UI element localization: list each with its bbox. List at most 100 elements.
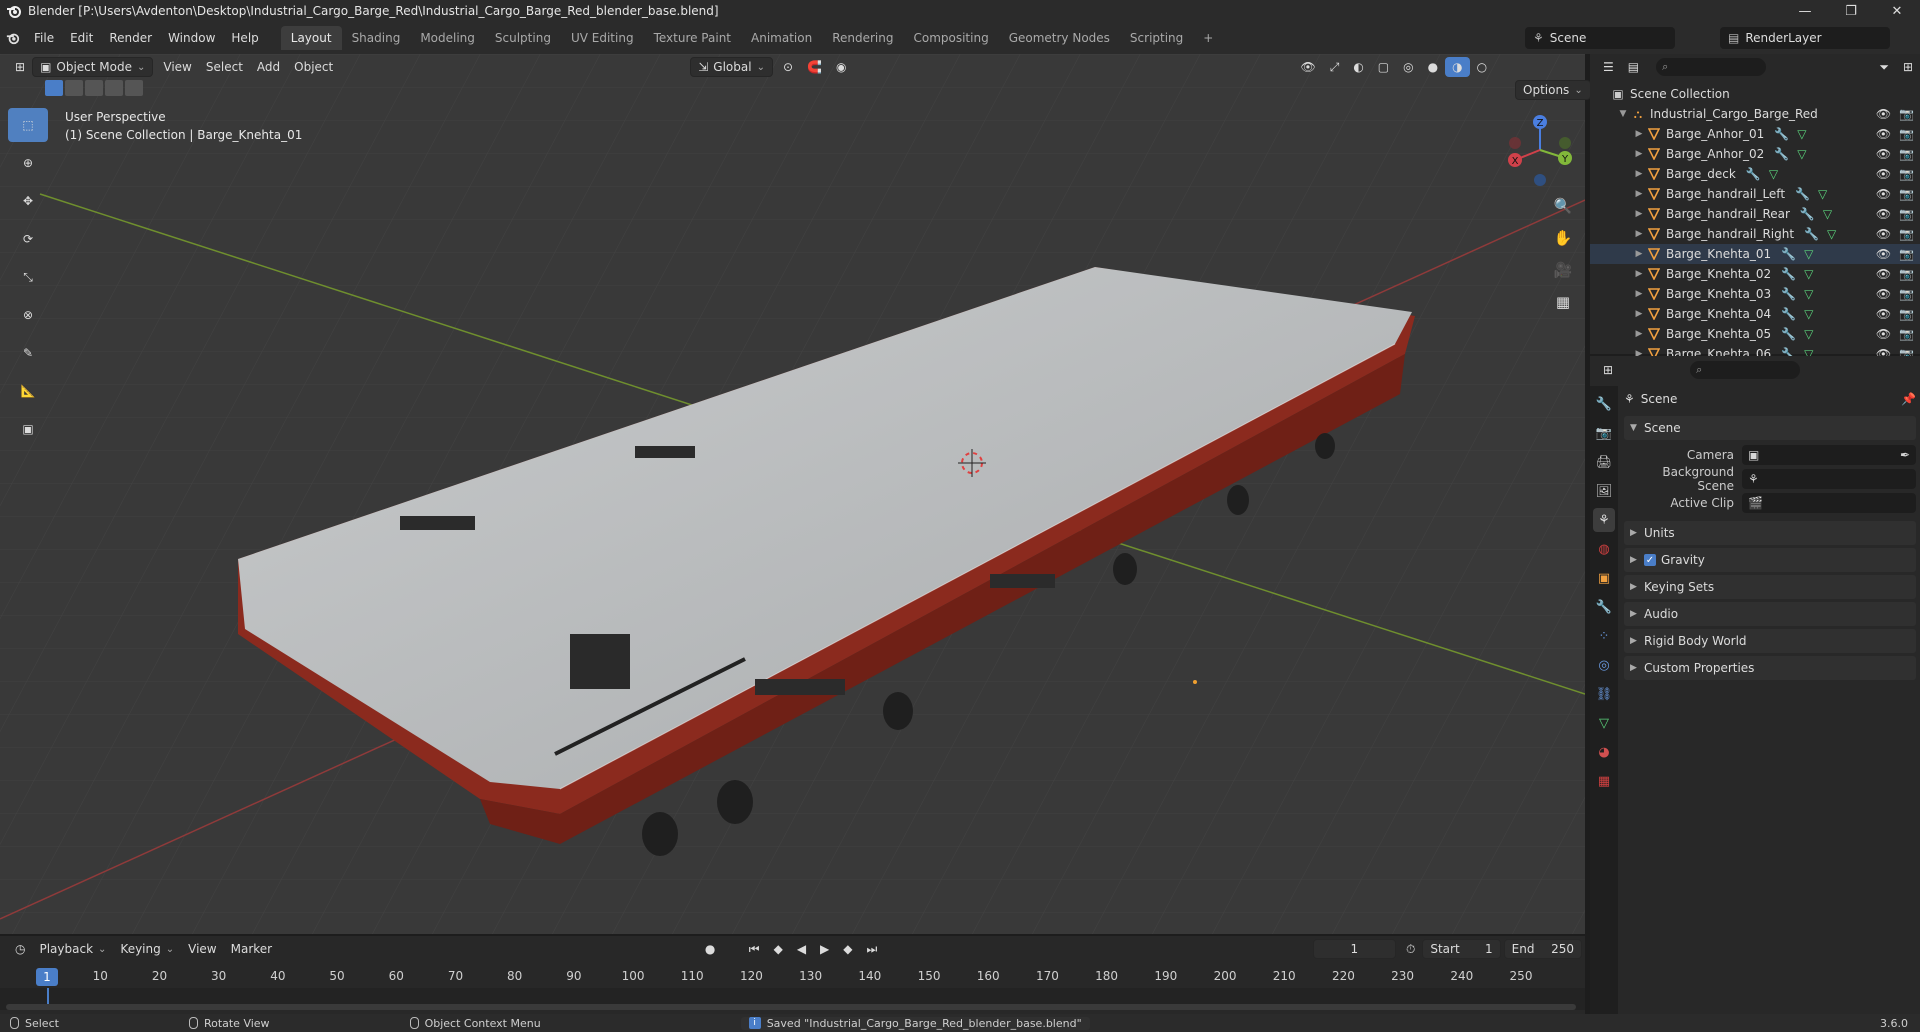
maximize-button[interactable]: ❐	[1828, 0, 1874, 22]
new-collection-icon[interactable]: ⊞	[1896, 57, 1920, 77]
options-dropdown[interactable]: Options	[1515, 80, 1591, 100]
display-mode-icon[interactable]: ▤	[1621, 57, 1646, 77]
wrench-icon[interactable]: 🔧	[1800, 207, 1815, 221]
close-button[interactable]: ✕	[1874, 0, 1920, 22]
tab-animation[interactable]: Animation	[741, 26, 822, 50]
pan-hand-icon[interactable]: ✋	[1550, 225, 1576, 251]
timeline-view-menu[interactable]: View	[181, 939, 223, 959]
cursor-tool-icon[interactable]: ⊕	[8, 146, 48, 180]
gravity-checkbox[interactable]: ✓	[1644, 554, 1656, 566]
tab-uv-editing[interactable]: UV Editing	[561, 26, 644, 50]
wrench-icon[interactable]: 🔧	[1774, 127, 1789, 141]
start-frame-field[interactable]: Start 1	[1422, 939, 1501, 959]
eye-icon[interactable]: 👁	[1876, 267, 1891, 281]
play-reverse-icon[interactable]: ◀	[790, 939, 813, 959]
proportional-edit-icon[interactable]: ◉	[829, 57, 853, 77]
tree-row-object[interactable]: ▶ Barge_Knehta_01 🔧 ▽ 👁 📷	[1590, 244, 1920, 264]
record-icon[interactable]: ●	[698, 939, 722, 959]
eye-icon[interactable]: 👁	[1876, 307, 1891, 321]
expand-arrow-icon[interactable]: ▶	[1632, 209, 1646, 219]
expand-arrow-icon[interactable]: ▶	[1632, 309, 1646, 319]
expand-arrow-icon[interactable]: ▶	[1632, 329, 1646, 339]
tab-modeling[interactable]: Modeling	[410, 26, 485, 50]
output-tab-icon[interactable]: 🖨	[1593, 450, 1615, 474]
jump-start-icon[interactable]: ⏮	[742, 939, 767, 959]
tree-row-object[interactable]: ▶ Barge_Knehta_03 🔧 ▽ 👁 📷	[1590, 284, 1920, 304]
expand-arrow-icon[interactable]: ▶	[1632, 149, 1646, 159]
measure-tool-icon[interactable]: 📐	[8, 374, 48, 408]
view-menu[interactable]: View	[156, 57, 198, 77]
ortho-grid-icon[interactable]: ▦	[1550, 289, 1576, 315]
mesh-data-icon[interactable]: ▽	[1804, 247, 1813, 261]
menu-file[interactable]: File	[26, 27, 62, 49]
eye-icon[interactable]: 👁	[1876, 107, 1891, 121]
wrench-icon[interactable]: 🔧	[1746, 167, 1761, 181]
next-keyframe-icon[interactable]: ◆	[836, 939, 859, 959]
material-tab-icon[interactable]: ◕	[1593, 740, 1615, 764]
camera-render-icon[interactable]: 📷	[1899, 247, 1914, 261]
renderlayer-selector[interactable]: ▤ RenderLayer	[1720, 27, 1890, 49]
camera-render-icon[interactable]: 📷	[1899, 327, 1914, 341]
custom-properties-panel-header[interactable]: ▶ Custom Properties	[1624, 656, 1916, 680]
tab-sculpting[interactable]: Sculpting	[485, 26, 561, 50]
modifier-tab-icon[interactable]: 🔧	[1593, 595, 1615, 619]
visibility-icon[interactable]: 👁	[1293, 57, 1322, 77]
background-scene-field[interactable]: ⚘	[1742, 469, 1916, 489]
timeline-ruler[interactable]: 1 10 20 30 40 50 60 70 80 90 100 110 120 130 140 150 16…	[0, 966, 1585, 988]
play-icon[interactable]: ▶	[813, 939, 836, 959]
blender-menu-icon[interactable]	[0, 31, 26, 45]
mesh-data-icon[interactable]: ▽	[1818, 187, 1827, 201]
snap-icon[interactable]: 🧲	[800, 57, 829, 77]
tab-scripting[interactable]: Scripting	[1120, 26, 1193, 50]
menu-render[interactable]: Render	[101, 27, 160, 49]
tree-row-object[interactable]: ▶ Barge_deck 🔧 ▽ 👁 📷	[1590, 164, 1920, 184]
add-cube-tool-icon[interactable]: ▣	[8, 412, 48, 446]
tree-row-object[interactable]: ▶ Barge_Anhor_02 🔧 ▽ 👁 📷	[1590, 144, 1920, 164]
object-menu[interactable]: Object	[287, 57, 340, 77]
select-subtract-icon[interactable]	[85, 80, 103, 96]
properties-search-input[interactable]: ⌕	[1690, 361, 1801, 379]
rendered-shading-icon[interactable]: ○	[1470, 57, 1494, 77]
camera-view-icon[interactable]: 🎥	[1550, 257, 1576, 283]
transform-tool-icon[interactable]: ⊗	[8, 298, 48, 332]
tab-geometry-nodes[interactable]: Geometry Nodes	[999, 26, 1120, 50]
wrench-icon[interactable]: 🔧	[1781, 247, 1796, 261]
select-invert-icon[interactable]	[105, 80, 123, 96]
navigation-gizmo[interactable]: Z Y X	[1500, 110, 1580, 190]
current-frame-field[interactable]: 1	[1312, 939, 1396, 959]
expand-arrow-icon[interactable]: ▶	[1632, 169, 1646, 179]
mesh-data-icon[interactable]: ▽	[1797, 147, 1806, 161]
end-frame-field[interactable]: End 250	[1503, 939, 1582, 959]
mesh-data-icon[interactable]: ▽	[1823, 207, 1832, 221]
rigid-body-world-panel-header[interactable]: ▶ Rigid Body World	[1624, 629, 1916, 653]
wrench-icon[interactable]: 🔧	[1781, 267, 1796, 281]
scene-tab-icon[interactable]: ⚘	[1593, 508, 1615, 532]
timeline-scrollbar[interactable]	[6, 1004, 1576, 1010]
scale-tool-icon[interactable]: ⤡	[8, 260, 48, 294]
properties-editor-icon[interactable]: ⊞	[1596, 360, 1620, 380]
expand-arrow-icon[interactable]: ▶	[1632, 289, 1646, 299]
scene-selector[interactable]: ⚘ Scene	[1525, 27, 1675, 49]
tool-tab-icon[interactable]: 🔧	[1593, 392, 1615, 416]
eye-icon[interactable]: 👁	[1876, 127, 1891, 141]
select-extend-icon[interactable]	[65, 80, 83, 96]
eye-icon[interactable]: 👁	[1876, 167, 1891, 181]
playback-menu[interactable]: Playback	[32, 939, 113, 959]
eye-icon[interactable]: 👁	[1876, 327, 1891, 341]
outliner-editor-icon[interactable]: ☰	[1596, 57, 1621, 77]
data-tab-icon[interactable]: ▽	[1593, 711, 1615, 735]
expand-arrow-icon[interactable]: ▼	[1616, 109, 1630, 119]
constraints-tab-icon[interactable]: ⛓	[1593, 682, 1615, 706]
mesh-data-icon[interactable]: ▽	[1804, 307, 1813, 321]
eye-icon[interactable]: 👁	[1876, 187, 1891, 201]
wrench-icon[interactable]: 🔧	[1795, 187, 1810, 201]
annotate-tool-icon[interactable]: ✎	[8, 336, 48, 370]
mesh-data-icon[interactable]: ▽	[1827, 227, 1836, 241]
overlay-icon[interactable]: ◐	[1346, 57, 1370, 77]
xray-icon[interactable]: ▢	[1371, 57, 1396, 77]
add-menu[interactable]: Add	[250, 57, 287, 77]
select-intersect-icon[interactable]	[125, 80, 143, 96]
particles-tab-icon[interactable]: ⁘	[1593, 624, 1615, 648]
eye-icon[interactable]: 👁	[1876, 147, 1891, 161]
eye-icon[interactable]: 👁	[1876, 287, 1891, 301]
